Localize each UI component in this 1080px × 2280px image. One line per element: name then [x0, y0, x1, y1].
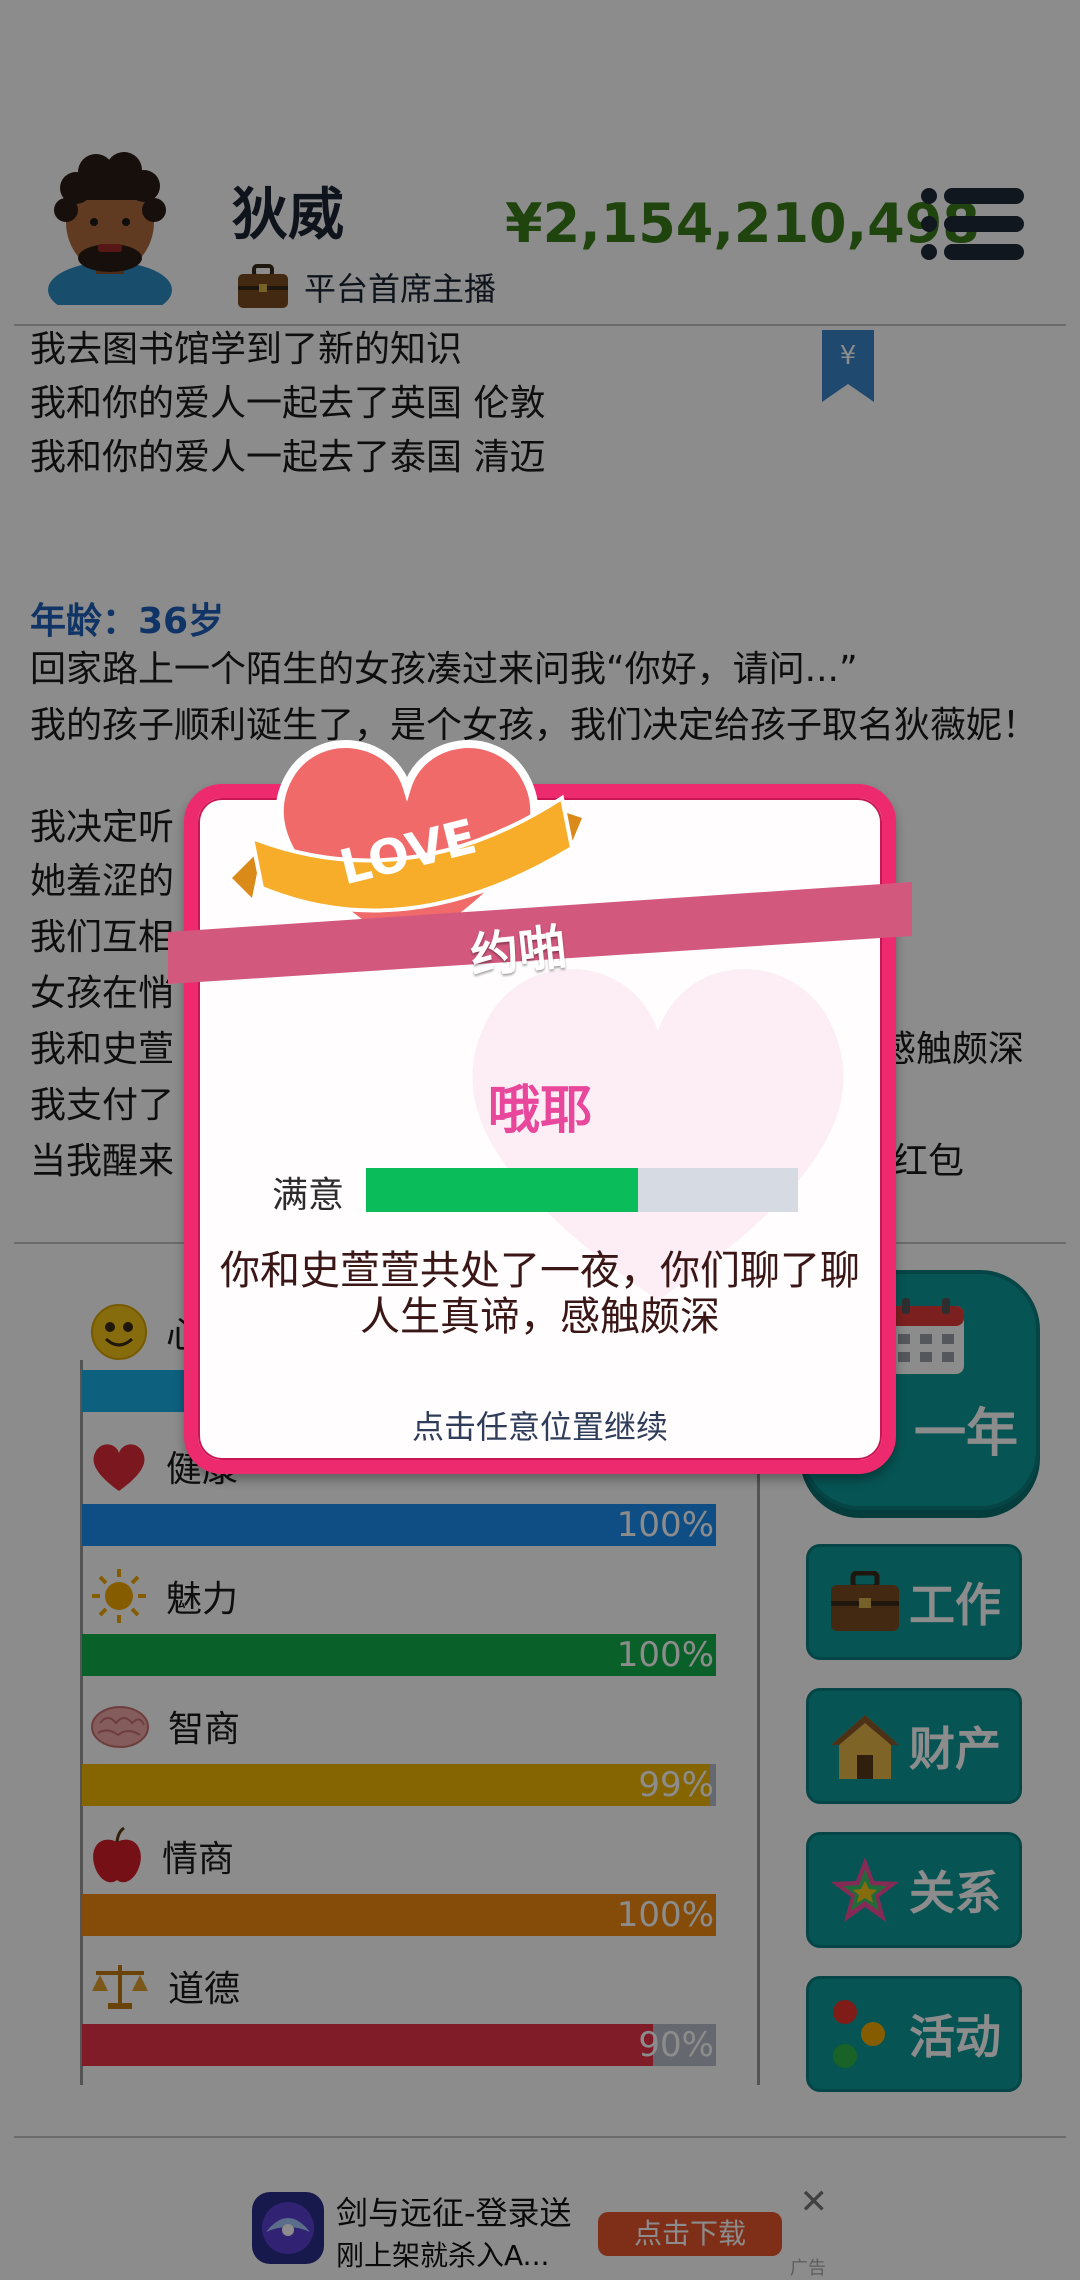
- modal-message: 你和史萱萱共处了一夜，你们聊了聊人生真谛，感触颇深: [220, 1248, 860, 1340]
- satisfaction-fill: [366, 1168, 639, 1212]
- modal-title: 哦耶: [487, 1081, 592, 1141]
- modal-ribbon-title: 约啪: [467, 919, 570, 985]
- continue-hint[interactable]: 点击任意位置继续: [184, 1402, 896, 1448]
- satisfaction-label: 满意: [272, 1175, 345, 1216]
- satisfaction-bar: [366, 1168, 798, 1212]
